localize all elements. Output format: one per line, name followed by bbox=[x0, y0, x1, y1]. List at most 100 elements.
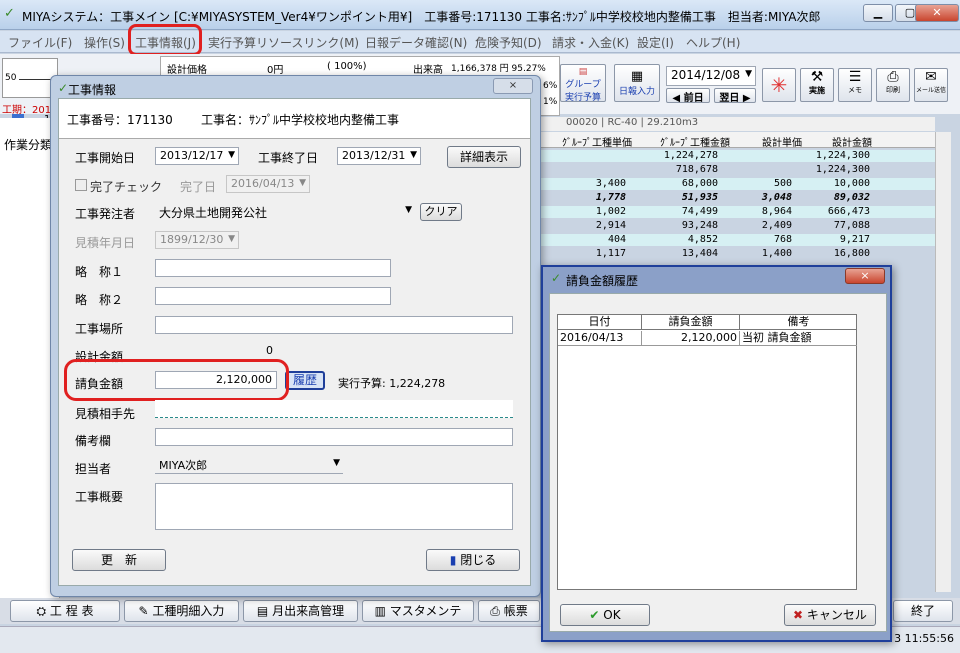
group-budget-button[interactable]: ▤ グループ 実行予算 bbox=[560, 64, 606, 103]
grid-scrollbar[interactable] bbox=[935, 132, 951, 592]
exit-button[interactable]: 終了 bbox=[893, 600, 953, 622]
exit-label: 終了 bbox=[910, 604, 935, 618]
menu-settings[interactable]: 設定(I) bbox=[637, 34, 674, 51]
jissi-button[interactable]: ⚒ 実施 bbox=[800, 68, 834, 102]
jissi-label: 実施 bbox=[809, 86, 825, 95]
print-button[interactable]: ⎙ 印刷 bbox=[876, 68, 910, 102]
menu-daily-data[interactable]: 日報データ確認(N) bbox=[365, 34, 467, 51]
output-value: 1,166,378 円 95.27% bbox=[451, 64, 546, 74]
chevron-down-icon: ▼ bbox=[333, 458, 340, 468]
ok-label: OK bbox=[603, 608, 621, 622]
grid-row[interactable]: 404 4,852 768 9,217 bbox=[540, 234, 935, 246]
grid-cell: 718,678 bbox=[675, 164, 718, 175]
grid-row[interactable]: 1,778 51,935 3,048 89,032 bbox=[540, 192, 935, 204]
mail-button[interactable]: ✉ メール送信 bbox=[914, 68, 948, 102]
history-cell-amount[interactable]: 2,120,000 bbox=[642, 331, 740, 346]
menu-risk[interactable]: 危険予知(D) bbox=[475, 34, 542, 51]
end-date-picker[interactable]: 2013/12/31 ▼ bbox=[337, 147, 421, 165]
master-maintenance-button[interactable]: ▥ マスタメンテ bbox=[362, 600, 474, 622]
risk-button[interactable]: ✳ bbox=[762, 68, 796, 102]
summary-textarea[interactable] bbox=[155, 483, 513, 530]
estimate-partner-label: 見積相手先 bbox=[75, 407, 136, 421]
menu-operation[interactable]: 操作(S) bbox=[84, 34, 125, 51]
person-label: 担当者 bbox=[75, 462, 112, 476]
ok-button[interactable]: ✔ OK bbox=[560, 604, 650, 626]
monthly-output-label: 月出来高管理 bbox=[272, 604, 345, 618]
table-icon: ▥ bbox=[374, 604, 390, 618]
minimize-button[interactable]: ▁ bbox=[863, 4, 893, 22]
mail-label: メール送信 bbox=[915, 87, 946, 94]
history-button[interactable]: 履歴 bbox=[285, 371, 325, 390]
person-value: MIYA次郎 bbox=[159, 459, 208, 472]
estimate-date-value: 1899/12/30 bbox=[160, 233, 224, 246]
estimate-date-label: 見積年月日 bbox=[75, 236, 136, 250]
report-icon: ⎙ bbox=[490, 604, 504, 618]
grid-row[interactable]: 1,224,278 1,224,300 bbox=[540, 150, 935, 162]
grid-row[interactable]: 1,117 13,404 1,400 16,800 bbox=[540, 248, 935, 260]
grid-header-2: 設計単価 bbox=[762, 138, 802, 149]
person-select[interactable]: MIYA次郎 ▼ bbox=[155, 456, 343, 474]
update-button[interactable]: 更 新 bbox=[72, 549, 166, 571]
close-button[interactable]: ▮ 閉じる bbox=[426, 549, 520, 571]
grid-header-3: 設計金額 bbox=[832, 138, 872, 149]
detail-button[interactable]: 詳細表示 bbox=[447, 146, 521, 168]
daily-input-button[interactable]: ▦ 日報入力 bbox=[614, 64, 660, 102]
grid-cell: 9,217 bbox=[839, 234, 870, 245]
dialog-title: 工事情報 bbox=[68, 83, 117, 97]
start-date-picker[interactable]: 2013/12/17 ▼ bbox=[155, 147, 239, 165]
grid-row[interactable]: 718,678 1,224,300 bbox=[540, 164, 935, 176]
grid-cell: 1,400 bbox=[761, 248, 792, 259]
complete-date-value: 2016/04/13 bbox=[231, 177, 295, 190]
prev-day-button[interactable]: ◀ 前日 bbox=[666, 88, 710, 104]
menu-file[interactable]: ファイル(F) bbox=[8, 34, 72, 51]
grid-cell: 16,800 bbox=[833, 248, 870, 259]
memo-button[interactable]: ☰ メモ bbox=[838, 68, 872, 102]
close-window-button[interactable]: ✕ bbox=[915, 4, 959, 22]
abbr1-input[interactable] bbox=[155, 259, 391, 277]
menu-billing[interactable]: 請求・入金(K) bbox=[552, 34, 629, 51]
dialog-close-button[interactable]: × bbox=[493, 78, 533, 94]
estimate-partner-input[interactable] bbox=[155, 400, 513, 418]
monthly-output-button[interactable]: ▤ 月出来高管理 bbox=[243, 600, 358, 622]
remarks-input[interactable] bbox=[155, 428, 513, 446]
estimate-date-picker[interactable]: 1899/12/30 ▼ bbox=[155, 231, 239, 249]
design-price-label: 設計価格 bbox=[167, 65, 207, 76]
menu-budget-link[interactable]: 実行予算リソースリンク(M) bbox=[208, 34, 359, 51]
location-input[interactable] bbox=[155, 316, 513, 334]
history-cell-note[interactable]: 当初 請負金額 bbox=[740, 331, 857, 346]
report-button[interactable]: ⎙ 帳票 bbox=[478, 600, 540, 622]
grid-cell: 2,914 bbox=[595, 220, 626, 231]
grid-status-text: 00020 | RC-40 | 29.210m3 bbox=[566, 117, 699, 128]
history-table: 日付 請負金額 備考 2016/04/13 2,120,000 当初 請負金額 bbox=[557, 314, 857, 590]
group-budget-label2: 実行予算 bbox=[564, 93, 601, 103]
grid-row[interactable]: 2,914 93,248 2,409 77,088 bbox=[540, 220, 935, 232]
work-detail-button[interactable]: ✎ 工種明細入力 bbox=[124, 600, 239, 622]
chevron-down-icon: ▼ bbox=[299, 178, 306, 188]
app-logo-icon: ✓ bbox=[4, 6, 15, 21]
grid-cell: 1,224,300 bbox=[815, 164, 870, 175]
clear-button[interactable]: クリア bbox=[420, 203, 462, 221]
orderer-label: 工事発注者 bbox=[75, 207, 136, 221]
date-select[interactable]: 2014/12/08 ▼ bbox=[666, 66, 756, 86]
report-label: 帳票 bbox=[503, 604, 528, 618]
history-cell-date[interactable]: 2016/04/13 bbox=[558, 331, 642, 346]
complete-checkbox[interactable] bbox=[75, 179, 87, 191]
daily-input-icon: ▦ bbox=[630, 69, 644, 84]
cancel-button[interactable]: ✖ キャンセル bbox=[784, 604, 876, 626]
grid-cell: 1,002 bbox=[595, 206, 626, 217]
koji-number: 工事番号：171130 bbox=[67, 113, 173, 127]
schedule-button[interactable]: ⛭ 工 程 表 bbox=[10, 600, 120, 622]
orderer-combo[interactable]: 大分県土地開発公社 ▼ bbox=[155, 203, 415, 221]
grid-cell: 404 bbox=[607, 234, 626, 245]
dialog2-close-button[interactable]: × bbox=[845, 268, 885, 284]
complete-date-picker[interactable]: 2016/04/13 ▼ bbox=[226, 175, 310, 193]
group-budget-label1: グループ bbox=[565, 80, 601, 90]
next-day-button[interactable]: 翌日 ▶ bbox=[714, 88, 756, 104]
history-header-date: 日付 bbox=[558, 315, 642, 330]
start-date-label: 工事開始日 bbox=[75, 151, 136, 165]
grid-row[interactable]: 3,400 68,000 500 10,000 bbox=[540, 178, 935, 190]
abbr2-input[interactable] bbox=[155, 287, 391, 305]
grid-cell: 74,499 bbox=[681, 206, 718, 217]
grid-row[interactable]: 1,002 74,499 8,964 666,473 bbox=[540, 206, 935, 218]
menu-help[interactable]: ヘルプ(H) bbox=[686, 34, 740, 51]
